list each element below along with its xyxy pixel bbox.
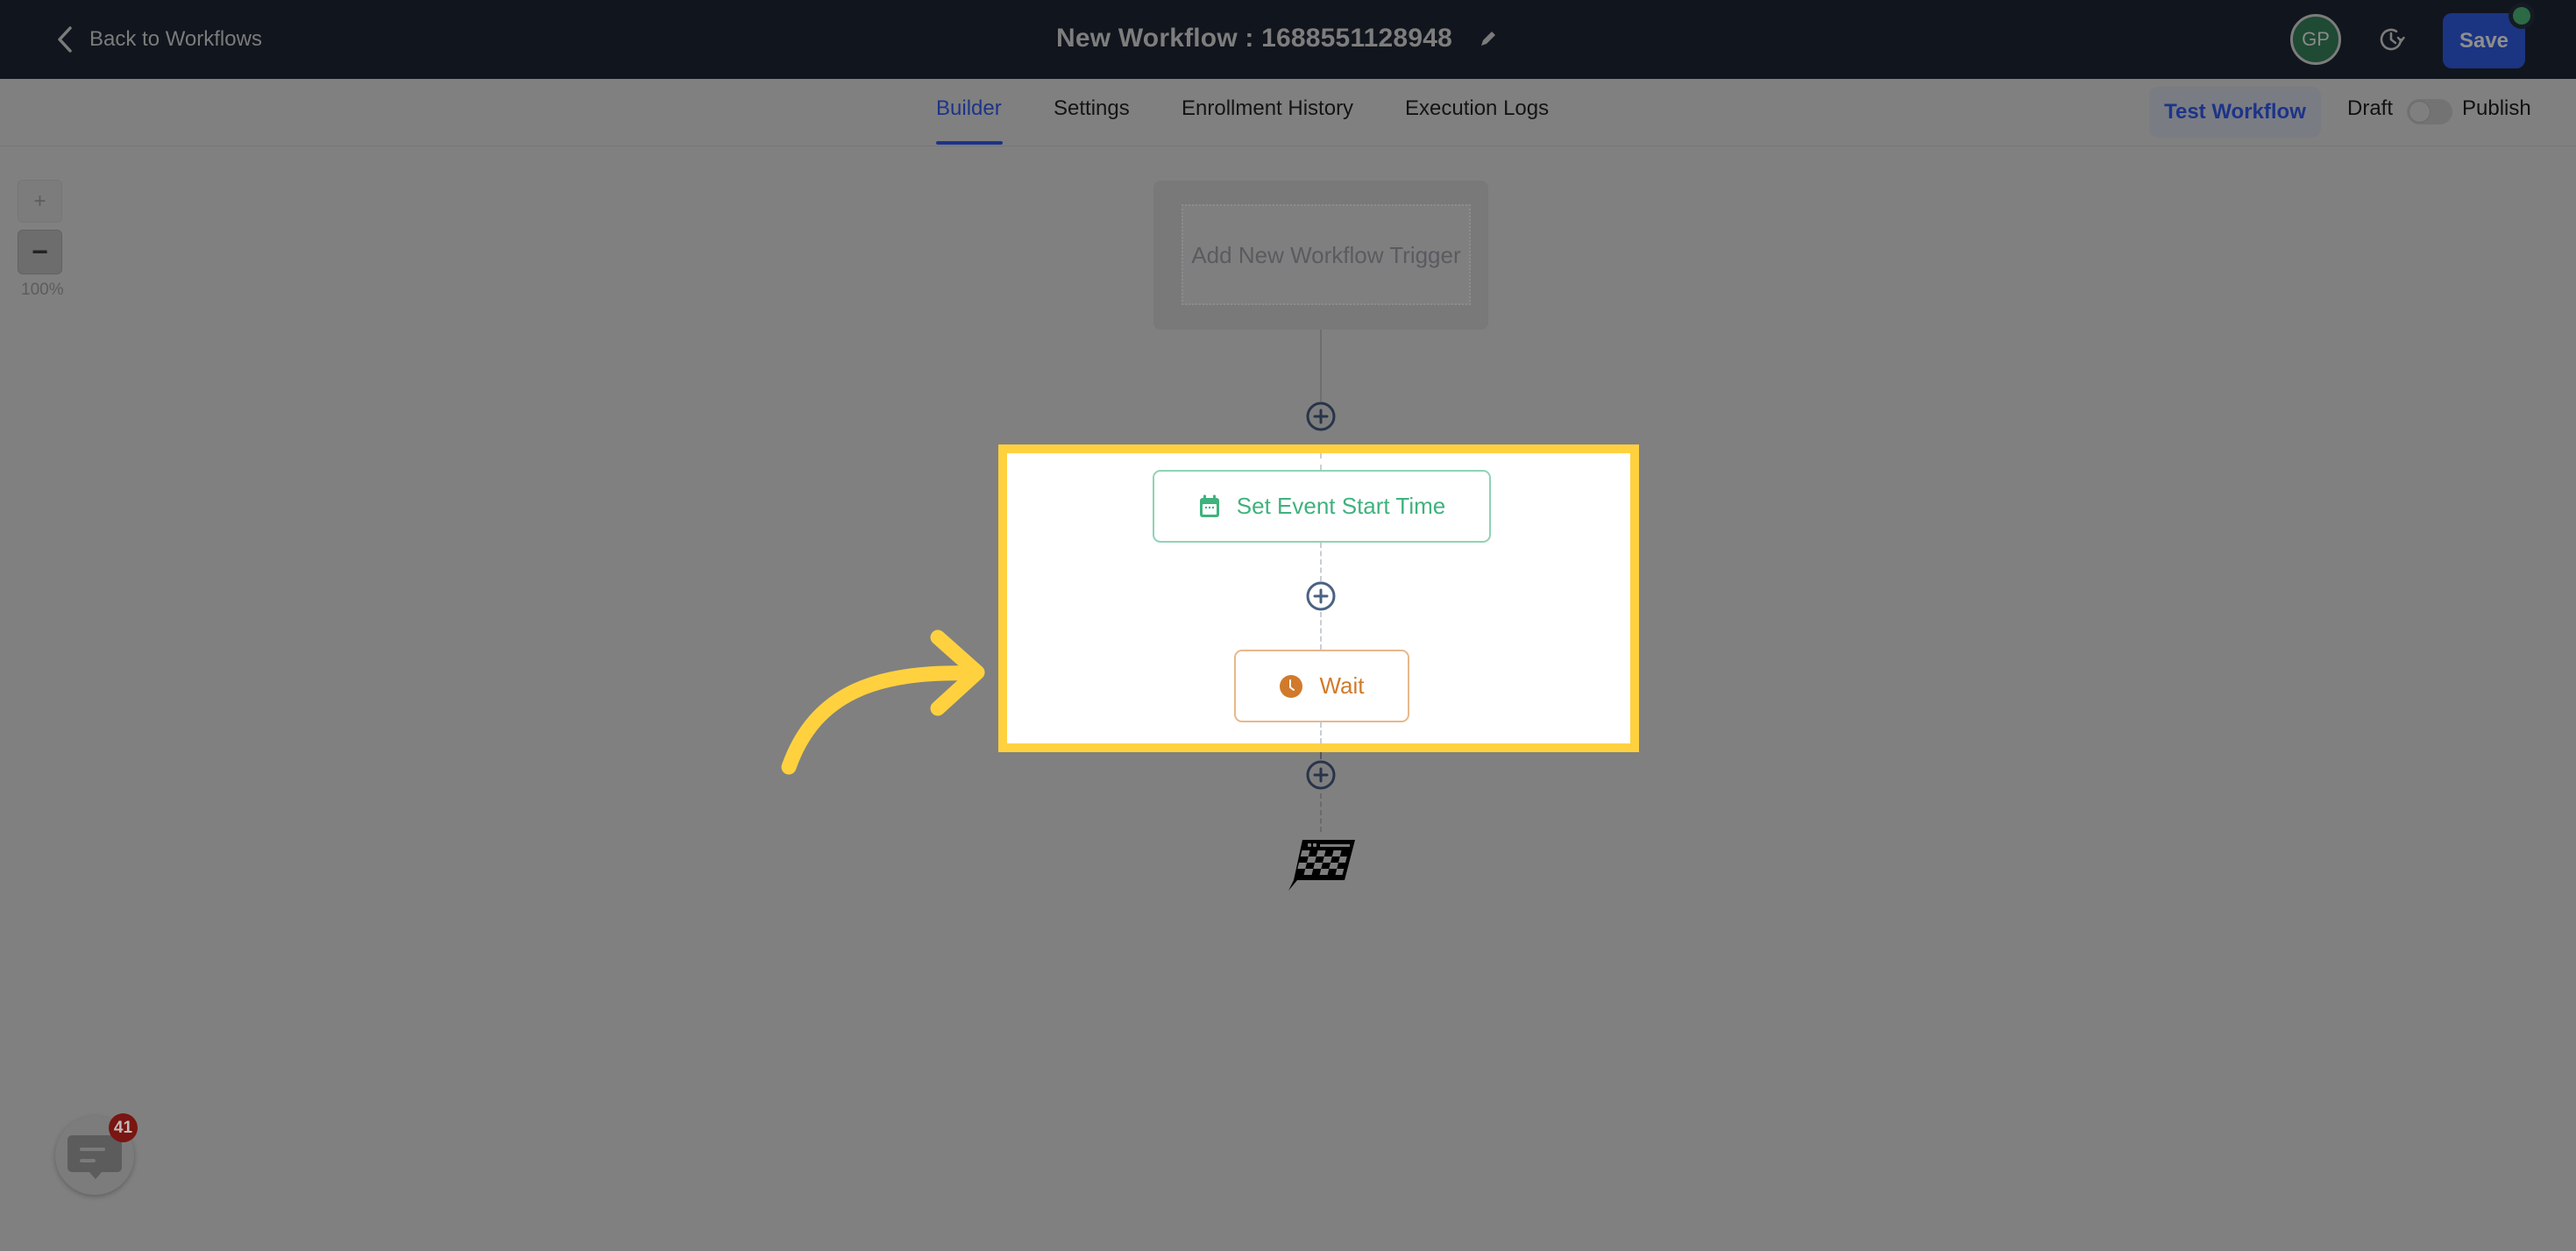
connector-line xyxy=(1320,722,1322,743)
connector-line xyxy=(1320,612,1322,650)
tab-builder[interactable]: Builder xyxy=(936,96,1002,130)
chevron-left-icon xyxy=(58,26,72,53)
step-set-event-start-time[interactable]: Set Event Start Time xyxy=(1153,470,1491,543)
status-dot xyxy=(2513,7,2530,25)
publish-toggle[interactable] xyxy=(2407,99,2452,124)
connector-line xyxy=(1320,453,1322,470)
history-icon[interactable] xyxy=(2377,25,2405,53)
connector-line xyxy=(1320,793,1322,832)
zoom-in-button[interactable]: + xyxy=(18,180,62,223)
zoom-out-button[interactable]: − xyxy=(18,230,62,274)
back-to-workflows-link[interactable]: Back to Workflows xyxy=(54,23,262,56)
step-label: Wait xyxy=(1319,672,1365,699)
add-step-button[interactable] xyxy=(1305,759,1337,791)
finish-flag-icon xyxy=(1288,840,1355,891)
toggle-knob xyxy=(2409,101,2431,123)
annotation-arrow xyxy=(781,629,985,775)
connector-line xyxy=(1320,543,1322,581)
workflow-title: New Workflow : 1688551128948 xyxy=(1056,24,1452,53)
draft-label: Draft xyxy=(2347,96,2394,120)
pencil-icon[interactable] xyxy=(1479,29,1498,48)
add-step-button[interactable] xyxy=(1305,580,1337,612)
add-trigger-button[interactable]: Add New Workflow Trigger xyxy=(1182,204,1471,305)
add-step-button[interactable] xyxy=(1305,401,1337,432)
tab-enrollment-history[interactable]: Enrollment History xyxy=(1182,96,1353,130)
connector-line xyxy=(1320,330,1322,402)
top-header: Back to Workflows New Workflow : 1688551… xyxy=(0,0,2576,79)
step-label: Set Event Start Time xyxy=(1236,493,1446,519)
test-workflow-button[interactable]: Test Workflow xyxy=(2149,87,2321,138)
unread-count-badge: 41 xyxy=(109,1113,138,1142)
publish-label: Publish xyxy=(2462,96,2531,120)
save-button[interactable]: Save xyxy=(2443,13,2525,68)
tab-execution-logs[interactable]: Execution Logs xyxy=(1405,96,1549,130)
calendar-icon xyxy=(1199,494,1219,517)
clock-icon xyxy=(1280,674,1303,698)
tab-settings[interactable]: Settings xyxy=(1054,96,1130,130)
back-label: Back to Workflows xyxy=(89,27,262,51)
step-wait[interactable]: Wait xyxy=(1234,650,1409,722)
connector-line xyxy=(1320,752,1322,759)
user-avatar[interactable]: GP xyxy=(2290,14,2341,65)
workflow-title-group: New Workflow : 1688551128948 xyxy=(1056,19,1498,58)
active-tab-indicator xyxy=(936,141,1003,145)
zoom-level: 100% xyxy=(21,281,64,299)
